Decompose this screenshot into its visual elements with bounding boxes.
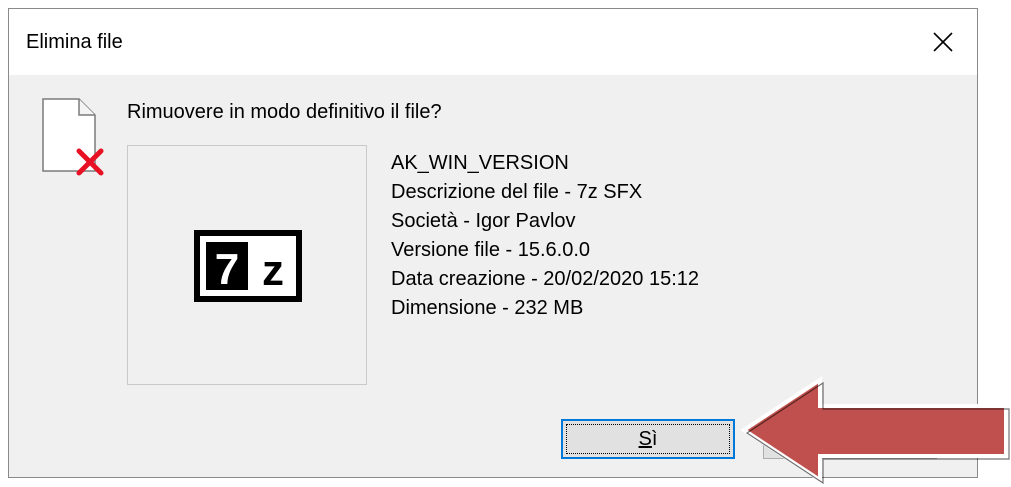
close-button[interactable] (915, 15, 971, 69)
file-thumbnail: 7 z (127, 145, 367, 385)
file-delete-icon (42, 98, 104, 176)
file-size: Dimensione - 232 MB (391, 297, 584, 319)
file-description: Descrizione del file - 7z SFX (391, 181, 643, 203)
file-created: Data creazione - 20/02/2020 15:12 (391, 268, 699, 290)
7z-icon: 7 z (194, 230, 302, 302)
focus-ring (566, 424, 730, 454)
dialog-title: Elimina file (26, 31, 123, 53)
file-version: Versione file - 15.6.0.0 (391, 239, 591, 261)
yes-button[interactable]: Sì (561, 419, 735, 459)
file-name: AK_WIN_VERSION (391, 152, 569, 174)
title-bar: Elimina file (9, 9, 977, 75)
svg-text:z: z (262, 246, 284, 295)
svg-text:7: 7 (215, 245, 239, 294)
confirm-question: Rimuovere in modo definitivo il file? (127, 101, 442, 123)
file-details: AK_WIN_VERSION Descrizione del file - 7z… (391, 149, 699, 323)
annotation-arrow-icon (740, 376, 1010, 484)
file-company: Società - Igor Pavlov (391, 210, 576, 232)
close-icon (933, 32, 953, 52)
